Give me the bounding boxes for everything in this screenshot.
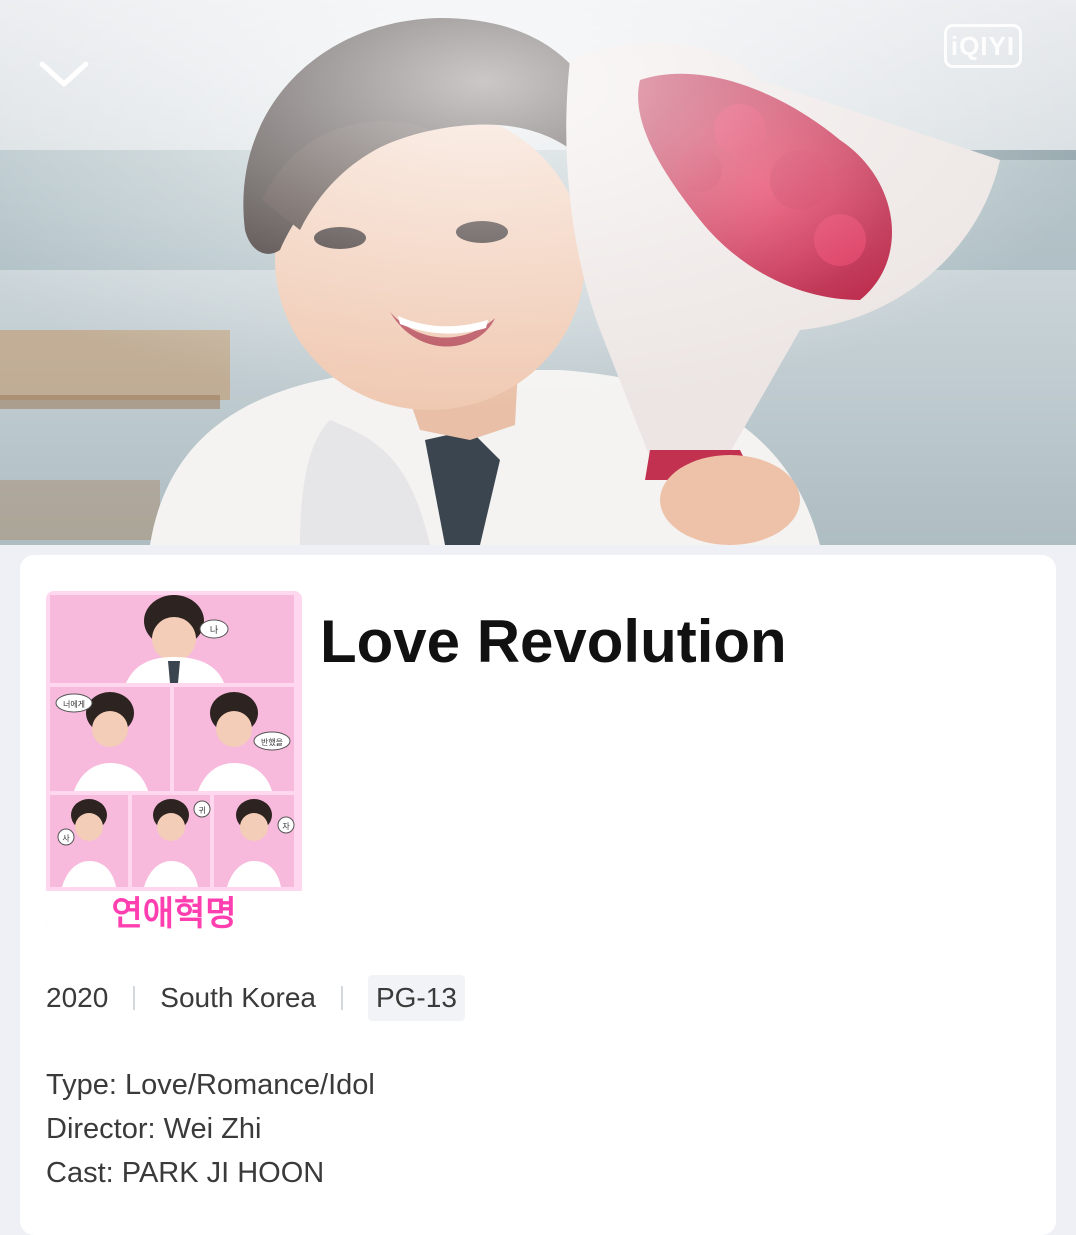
show-poster[interactable]: 나 너에게 반했을 사 귀 자 연애혁명 [46,591,302,931]
poster-bubble: 사 [62,834,70,843]
collapse-button[interactable] [34,50,94,100]
type-row: Type: Love/Romance/Idol [46,1063,375,1107]
poster-bubble: 자 [282,822,290,831]
type-label: Type: [46,1069,117,1101]
type-value: Love/Romance/Idol [125,1069,375,1101]
poster-bubble: 반했을 [261,737,283,747]
show-info-card: 나 너에게 반했을 사 귀 자 연애혁명 Love Revolution 202… [20,555,1056,1235]
show-meta-row: 2020 South Korea PG-13 [46,975,465,1021]
meta-divider [133,986,136,1010]
meta-divider [340,986,343,1010]
age-rating-badge: PG-13 [367,975,465,1021]
release-year: 2020 [46,982,109,1013]
iqiyi-logo: iQIYI [944,24,1022,68]
hero-image [0,0,1076,545]
cast-value[interactable]: PARK JI HOON [122,1157,325,1189]
hero-video-still[interactable]: iQIYI [0,0,1076,545]
poster-korean-title: 연애혁명 [111,894,236,931]
chevron-down-icon [39,61,89,87]
poster-bubble: 너에게 [63,699,85,709]
director-row: Director: Wei Zhi [46,1107,375,1151]
poster-image: 나 너에게 반했을 사 귀 자 연애혁명 [46,591,302,931]
director-label: Director: [46,1113,156,1145]
cast-row: Cast: PARK JI HOON [46,1151,375,1195]
country: South Korea [160,982,316,1013]
cast-label: Cast: [46,1157,114,1189]
show-title: Love Revolution [320,608,787,675]
brand-logo-text: iQIYI [950,30,1016,61]
poster-bubble: 귀 [198,805,205,815]
poster-bubble: 나 [210,625,218,636]
director-value: Wei Zhi [163,1113,262,1145]
show-details: Type: Love/Romance/Idol Director: Wei Zh… [46,1063,375,1195]
